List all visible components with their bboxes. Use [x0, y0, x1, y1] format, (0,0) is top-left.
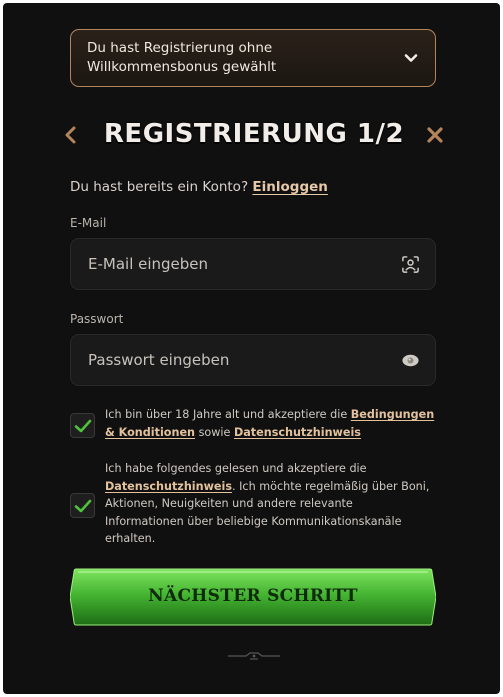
next-step-button[interactable]: NÄCHSTER SCHRITT [70, 567, 436, 627]
step-header: REGISTRIERUNG 1/2 [58, 115, 450, 155]
email-label: E-Mail [70, 216, 107, 230]
ornament-divider-icon [228, 652, 280, 660]
age-consent-checkbox[interactable] [70, 413, 95, 438]
email-input[interactable] [71, 239, 381, 289]
close-icon[interactable] [426, 126, 444, 144]
password-label: Passwort [70, 312, 124, 326]
registration-panel: Du hast Registrierung ohne Willkommensbo… [3, 3, 500, 694]
bonus-selection-dropdown[interactable]: Du hast Registrierung ohne Willkommensbo… [70, 29, 436, 87]
age-consent-middle: sowie [198, 425, 231, 439]
checkmark-icon [74, 419, 92, 433]
face-scan-icon[interactable] [401, 255, 420, 274]
email-field-container [70, 238, 436, 290]
password-input[interactable] [71, 335, 381, 385]
age-consent-intro: Ich bin über 18 Jahre alt und akzeptiere… [105, 408, 348, 421]
marketing-consent-intro: Ich habe folgendes gelesen und akzeptier… [105, 462, 367, 475]
checkmark-icon [74, 499, 92, 513]
login-prompt-text: Du hast bereits ein Konto? [70, 179, 249, 195]
privacy-link[interactable]: Datenschutzhinweis [234, 426, 361, 439]
age-consent-text: Ich bin über 18 Jahre alt und akzeptiere… [105, 406, 435, 441]
chevron-down-icon [404, 54, 418, 62]
next-step-label: NÄCHSTER SCHRITT [148, 586, 358, 606]
marketing-consent-text: Ich habe folgendes gelesen und akzeptier… [105, 460, 435, 548]
login-link[interactable]: Einloggen [252, 179, 327, 195]
marketing-consent-checkbox[interactable] [70, 493, 95, 518]
page-title: REGISTRIERUNG 1/2 [103, 119, 405, 149]
password-field-container [70, 334, 436, 386]
privacy-link-marketing[interactable]: Datenschutzhinweis [105, 480, 232, 493]
eye-icon[interactable] [401, 351, 420, 370]
login-prompt: Du hast bereits ein Konto? Einloggen [70, 179, 328, 195]
bonus-selection-text: Du hast Registrierung ohne Willkommensbo… [87, 40, 277, 75]
